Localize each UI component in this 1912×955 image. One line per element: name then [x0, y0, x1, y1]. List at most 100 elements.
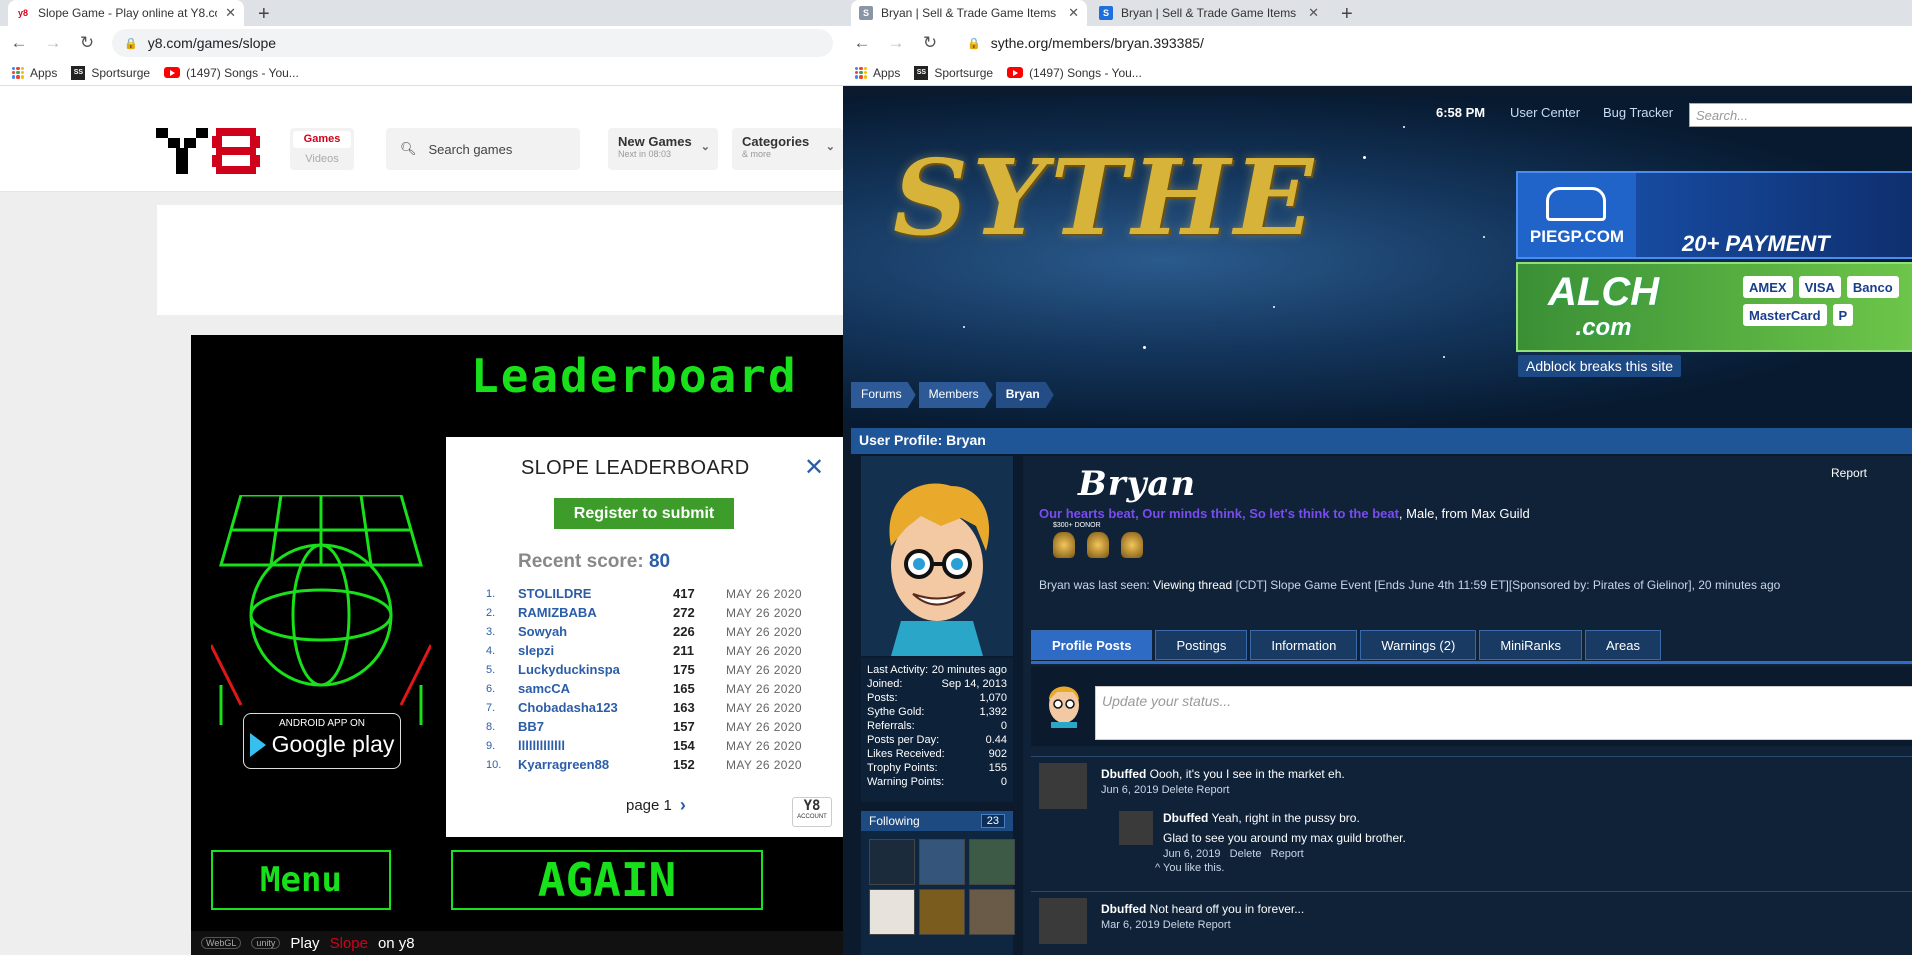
bookmark-apps[interactable]: Apps — [12, 66, 57, 80]
bookmark-sportsurge[interactable]: SS Sportsurge — [914, 65, 993, 80]
back-icon[interactable]: ← — [10, 33, 28, 53]
leaderboard-row: 8. BB7 157 MAY 26 2020 — [486, 719, 803, 734]
mastercard-icon: MasterCard — [1743, 304, 1827, 326]
breadcrumb-bryan[interactable]: Bryan — [996, 382, 1054, 408]
following-header[interactable]: Following 23 — [861, 811, 1013, 831]
post-reply: Dbuffed Yeah, right in the pussy bro. Gl… — [1119, 811, 1909, 881]
games-videos-toggle: Games Videos — [290, 128, 354, 170]
report-link[interactable]: Report — [1271, 848, 1304, 860]
sythe-banner: SYTHE — [843, 96, 1912, 426]
recent-score: Recent score: 80 — [518, 551, 671, 572]
following-avatar[interactable] — [869, 839, 915, 885]
following-avatar[interactable] — [919, 889, 965, 935]
bookmark-sportsurge[interactable]: SS Sportsurge — [71, 65, 150, 80]
following-avatar[interactable] — [919, 839, 965, 885]
paypal-icon: P — [1832, 304, 1854, 326]
right-browser-window: S Bryan | Sell & Trade Game Items ✕ S Br… — [843, 0, 1912, 955]
close-tab-icon[interactable]: ✕ — [1068, 5, 1079, 21]
google-play-badge[interactable]: ANDROID APP ON Google play — [243, 713, 401, 769]
leaderboard-row: 4. slepzi 211 MAY 26 2020 — [486, 643, 803, 658]
tab-slope-game[interactable]: y8 Slope Game - Play online at Y8.co ✕ — [8, 0, 244, 26]
breadcrumb-forums[interactable]: Forums — [851, 382, 916, 408]
reload-icon[interactable]: ↻ — [921, 33, 939, 53]
nav-videos[interactable]: Videos — [290, 151, 354, 165]
chevron-down-icon: ⌄ — [825, 141, 835, 153]
bug-tracker-link[interactable]: Bug Tracker — [1603, 105, 1673, 120]
piegp-logo: PIEGP.COM — [1518, 173, 1636, 257]
tab-warnings[interactable]: Warnings (2) — [1360, 630, 1477, 660]
last-seen-thread-link[interactable]: [CDT] Slope Game Event [Ends June 4th 11… — [1236, 578, 1781, 592]
new-tab-icon[interactable]: + — [1341, 3, 1353, 26]
tab-underline — [1031, 661, 1912, 664]
tab-miniranks[interactable]: MiniRanks — [1479, 630, 1583, 660]
y8-logo[interactable] — [156, 128, 260, 174]
search-input[interactable]: 🔍︎ Search games — [386, 128, 580, 170]
following-avatar[interactable] — [969, 889, 1015, 935]
post-actions[interactable]: Delete Report — [1162, 784, 1230, 796]
breadcrumb-members[interactable]: Members — [919, 382, 993, 408]
bookmark-youtube[interactable]: (1497) Songs - You... — [1007, 66, 1142, 80]
payment-cards: AMEX VISA Banco MasterCard P — [1743, 276, 1912, 326]
search-input[interactable]: Search... — [1689, 103, 1912, 127]
delete-link[interactable]: Delete — [1230, 848, 1262, 860]
post-avatar[interactable] — [1039, 898, 1087, 944]
close-tab-icon[interactable]: ✕ — [1308, 5, 1319, 21]
user-title: Our hearts beat, Our minds think, So let… — [1039, 506, 1530, 521]
post-author[interactable]: Dbuffed — [1101, 767, 1146, 781]
forward-icon[interactable]: → — [44, 33, 62, 53]
register-button[interactable]: Register to submit — [554, 498, 734, 529]
user-center-link[interactable]: User Center — [1510, 105, 1580, 120]
nav-games[interactable]: Games — [293, 131, 351, 148]
y8-header: Games Videos 🔍︎ Search games New Games N… — [0, 112, 843, 192]
close-icon[interactable]: ✕ — [804, 453, 824, 482]
url-input[interactable]: 🔒 sythe.org/members/bryan.393385/ — [955, 29, 1902, 57]
tab-profile-posts[interactable]: Profile Posts — [1031, 630, 1153, 660]
y8-account-badge[interactable]: Y8 ACCOUNT — [792, 797, 832, 827]
following-avatar[interactable] — [969, 839, 1015, 885]
bookmark-apps[interactable]: Apps — [855, 66, 900, 80]
trophy-icon — [1087, 532, 1109, 558]
report-link[interactable]: Report — [1831, 466, 1867, 480]
piegp-ad[interactable]: PIEGP.COM 20+ PAYMENT — [1516, 171, 1912, 259]
trophy-icon — [1053, 532, 1075, 558]
status-input[interactable]: Update your status... — [1095, 686, 1912, 740]
guild-link[interactable]: Max Guild — [1471, 506, 1530, 521]
post-actions[interactable]: Delete Report — [1163, 919, 1231, 931]
ad-placeholder — [157, 205, 843, 315]
tab-postings[interactable]: Postings — [1155, 630, 1248, 660]
tab-sythe-2[interactable]: S Bryan | Sell & Trade Game Items ✕ — [1091, 0, 1327, 26]
avatar[interactable] — [861, 456, 1013, 656]
username: Bryan — [1078, 464, 1197, 504]
reload-icon[interactable]: ↻ — [78, 33, 96, 53]
leaderboard-row: 7. Chobadasha123 163 MAY 26 2020 — [486, 700, 803, 715]
profile-post: Dbuffed Oooh, it's you I see in the mark… — [1031, 763, 1912, 883]
leaderboard-row: 5. Luckyduckinspa 175 MAY 26 2020 — [486, 662, 803, 677]
new-tab-icon[interactable]: + — [258, 3, 270, 26]
menu-button[interactable]: Menu — [211, 850, 391, 910]
post-avatar[interactable] — [1039, 763, 1087, 809]
profile-stats: Last Activity: 20 minutes ago Joined: Sep … — [861, 658, 1013, 802]
last-seen: Bryan was last seen: Viewing thread [CDT… — [1039, 578, 1781, 592]
forward-icon[interactable]: → — [887, 33, 905, 53]
reply-avatar[interactable] — [1119, 811, 1153, 845]
post-author[interactable]: Dbuffed — [1101, 902, 1146, 916]
alch-ad[interactable]: ALCH .com AMEX VISA Banco MasterCard P — [1516, 262, 1912, 352]
following-avatar[interactable] — [869, 889, 915, 935]
sythe-favicon: S — [859, 6, 873, 20]
back-icon[interactable]: ← — [853, 33, 871, 53]
sythe-logo[interactable]: SYTHE — [893, 136, 1317, 259]
reply-author[interactable]: Dbuffed — [1163, 811, 1208, 825]
again-button[interactable]: AGAIN — [451, 850, 763, 910]
close-tab-icon[interactable]: ✕ — [225, 5, 236, 21]
categories-dropdown[interactable]: Categories & more ⌄ — [732, 128, 843, 170]
left-browser-window: y8 Slope Game - Play online at Y8.co ✕ +… — [0, 0, 843, 955]
tab-information[interactable]: Information — [1250, 630, 1358, 660]
tab-sythe-1[interactable]: S Bryan | Sell & Trade Game Items ✕ — [851, 0, 1087, 26]
bookmark-youtube[interactable]: (1497) Songs - You... — [164, 66, 299, 80]
new-games-dropdown[interactable]: New Games Next in 08:03 ⌄ — [608, 128, 718, 170]
next-page-icon[interactable]: › — [680, 795, 686, 816]
tab-areas[interactable]: Areas — [1585, 630, 1661, 660]
address-bar-row: ← → ↻ 🔒 sythe.org/members/bryan.393385/ — [843, 26, 1912, 60]
url-input[interactable]: 🔒 y8.com/games/slope — [112, 29, 833, 57]
leaderboard-row: 9. lllllllllllll 154 MAY 26 2020 — [486, 738, 803, 753]
